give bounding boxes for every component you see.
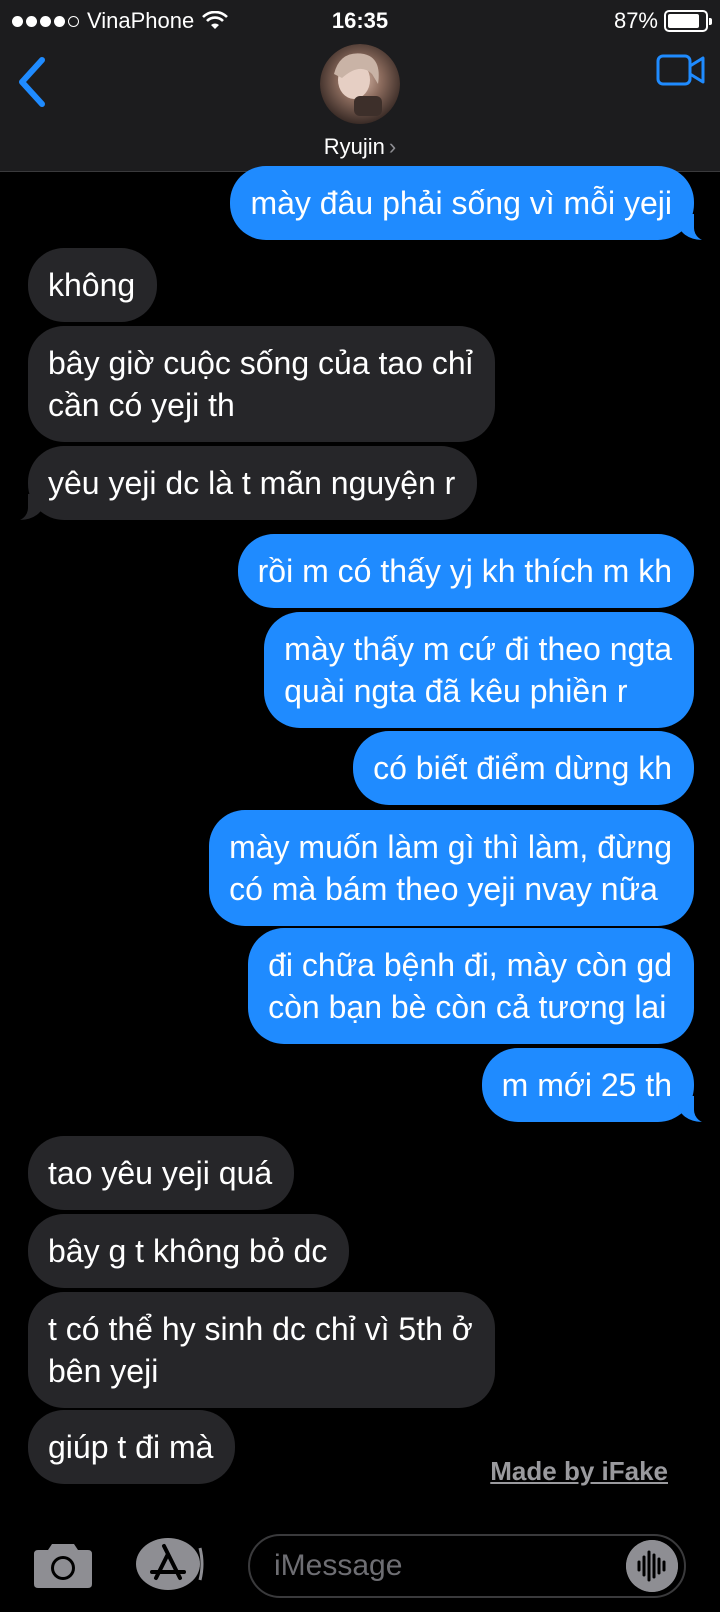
- message-text: có biết điểm dừng kh: [373, 750, 672, 786]
- battery-icon: [664, 10, 712, 32]
- message-text-line: t có thể hy sinh dc chỉ vì 5th ở: [48, 1311, 473, 1347]
- message-text: tao yêu yeji quá: [48, 1155, 273, 1191]
- message-text-line: bên yeji: [48, 1353, 159, 1389]
- camera-icon[interactable]: [32, 1540, 94, 1590]
- message-text-line: mày muốn làm gì thì làm, đừng: [229, 829, 672, 865]
- message-bubble-incoming[interactable]: giúp t đi mà: [28, 1410, 236, 1484]
- message-input-wrapper: [248, 1534, 686, 1598]
- message-text: không: [48, 267, 136, 303]
- message-bubble-incoming[interactable]: t có thể hy sinh dc chỉ vì 5th ở bên yej…: [28, 1292, 495, 1408]
- message-text: bây g t không bỏ dc: [48, 1233, 328, 1269]
- message-text-line: đi chữa bệnh đi, mày còn gd: [268, 947, 672, 983]
- status-bar: VinaPhone 16:35 87%: [0, 0, 720, 42]
- message-text-line: còn bạn bè còn cả tương lai: [268, 989, 667, 1025]
- message-input[interactable]: [250, 1536, 684, 1596]
- message-bubble-outgoing[interactable]: m mới 25 th: [481, 1048, 720, 1124]
- message-bubble-outgoing[interactable]: mày thấy m cứ đi theo ngta quài ngta đã …: [264, 612, 694, 728]
- message-text-line: có mà bám theo yeji nvay nữa: [229, 871, 658, 907]
- message-text-line: cần có yeji th: [48, 387, 235, 423]
- message-bubble-outgoing[interactable]: đi chữa bệnh đi, mày còn gd còn bạn bè c…: [248, 928, 694, 1044]
- message-bubble-incoming[interactable]: bây g t không bỏ dc: [28, 1214, 350, 1288]
- battery-percent: 87%: [613, 8, 658, 33]
- message-bubble-outgoing[interactable]: mày đâu phải sống vì mỗi yeji: [230, 166, 720, 242]
- message-bubble-incoming[interactable]: tao yêu yeji quá: [28, 1136, 295, 1210]
- message-text: yêu yeji dc là t mãn nguyện r: [48, 465, 456, 501]
- input-bar: [0, 1520, 720, 1612]
- message-bubble-incoming[interactable]: không: [28, 248, 158, 322]
- clock: 16:35: [331, 8, 389, 33]
- message-bubble-outgoing[interactable]: rồi m có thấy yj kh thích m kh: [237, 534, 694, 608]
- message-bubble-outgoing[interactable]: mày muốn làm gì thì làm, đừng có mà bám …: [209, 810, 694, 926]
- message-text: giúp t đi mà: [48, 1429, 214, 1465]
- chevron-right-icon: ›: [388, 134, 397, 159]
- message-text: mày đâu phải sống vì mỗi yeji: [250, 185, 672, 221]
- message-bubble-incoming[interactable]: yêu yeji dc là t mãn nguyện r: [1, 446, 478, 522]
- conversation-header: Ryujin ›: [0, 42, 720, 172]
- chevron-left-icon[interactable]: [14, 52, 50, 112]
- contact-name-button[interactable]: Ryujin ›: [0, 134, 720, 160]
- message-text-line: mày thấy m cứ đi theo ngta: [284, 631, 672, 667]
- battery-group: 87%: [613, 8, 712, 34]
- app-store-icon[interactable]: [134, 1536, 204, 1592]
- battery-level: [668, 14, 700, 28]
- message-bubble-incoming[interactable]: bây giờ cuộc sống của tao chỉ cần có yej…: [28, 326, 495, 442]
- message-text-line: quài ngta đã kêu phiền r: [284, 673, 628, 709]
- video-camera-icon[interactable]: [656, 48, 706, 92]
- watermark-link[interactable]: Made by iFake: [490, 1456, 668, 1487]
- message-text: rồi m có thấy yj kh thích m kh: [257, 553, 672, 589]
- message-bubble-outgoing[interactable]: có biết điểm dừng kh: [353, 731, 694, 805]
- avatar[interactable]: [320, 44, 400, 124]
- message-text: m mới 25 th: [501, 1067, 672, 1103]
- contact-name: Ryujin: [323, 134, 385, 159]
- message-text-line: bây giờ cuộc sống của tao chỉ: [48, 345, 473, 381]
- audio-waveform-icon[interactable]: [626, 1540, 678, 1592]
